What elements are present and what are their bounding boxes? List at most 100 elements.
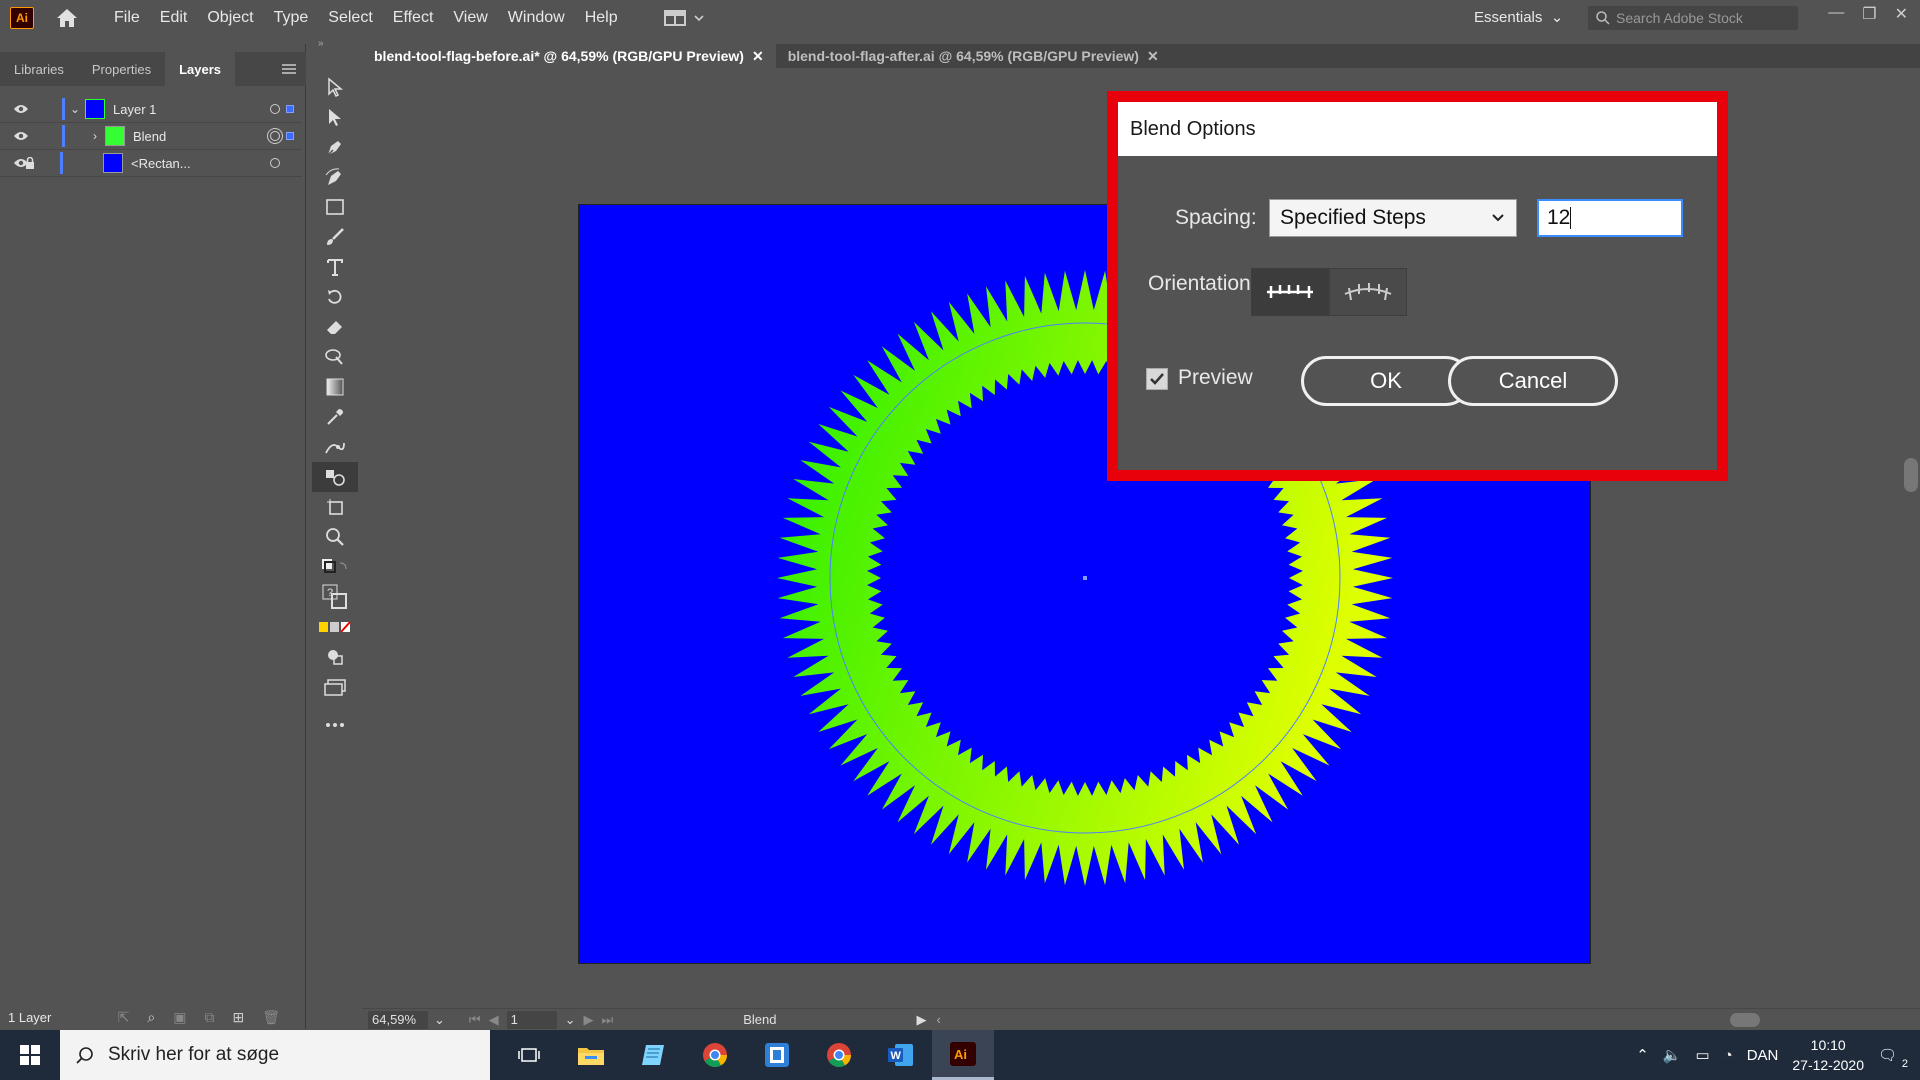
app-window-icon[interactable] <box>746 1030 808 1080</box>
tab-layers[interactable]: Layers <box>165 52 236 86</box>
scroll-left-icon[interactable]: ‹ <box>936 1012 940 1027</box>
chevron-up-icon[interactable]: ⌃ <box>1636 1046 1649 1064</box>
tab-libraries[interactable]: Libraries <box>0 52 78 86</box>
windows-start-icon[interactable] <box>0 1030 60 1080</box>
selection-tool-icon[interactable] <box>312 72 358 102</box>
clipping-mask-icon[interactable]: ▣ <box>173 1009 186 1026</box>
layer-row[interactable]: <Rectan... <box>0 150 302 177</box>
trash-icon[interactable]: 🗑 <box>262 1009 280 1026</box>
chrome-icon[interactable] <box>684 1030 746 1080</box>
pen-tool-icon[interactable] <box>312 132 358 162</box>
close-icon[interactable]: ✕ <box>752 48 764 65</box>
workspace-switcher[interactable]: Essentials ⌄ <box>1474 8 1563 26</box>
align-to-path-button[interactable] <box>1329 268 1407 316</box>
new-layer-icon[interactable]: ⊞ <box>232 1009 244 1026</box>
preview-label[interactable]: Preview <box>1178 366 1253 390</box>
selection-indicator[interactable] <box>286 105 294 113</box>
next-artboard-icon[interactable]: ▶ <box>584 1012 594 1028</box>
tab-document[interactable]: blend-tool-flag-after.ai @ 64,59% (RGB/G… <box>776 44 1171 68</box>
taskbar-search-box[interactable]: Skriv her for at søge <box>60 1030 490 1080</box>
curvature-tool-icon[interactable] <box>312 162 358 192</box>
wifi-icon[interactable]: ◔ <box>1724 1047 1733 1064</box>
menu-select[interactable]: Select <box>318 9 382 27</box>
panel-menu-icon[interactable] <box>282 52 296 86</box>
type-tool-icon[interactable] <box>312 252 358 282</box>
stock-search-field[interactable]: Search Adobe Stock <box>1588 6 1798 30</box>
home-icon[interactable] <box>54 6 80 30</box>
blend-tool-icon[interactable] <box>312 462 358 492</box>
paintbrush-tool-icon[interactable] <box>312 222 358 252</box>
menu-effect[interactable]: Effect <box>383 9 444 27</box>
more-tools-icon[interactable] <box>312 710 358 740</box>
restore-icon[interactable]: ❐ <box>1862 4 1876 24</box>
battery-icon[interactable]: ▭ <box>1695 1046 1709 1064</box>
file-explorer-icon[interactable] <box>560 1030 622 1080</box>
lasso-tool-icon[interactable] <box>312 342 358 372</box>
drawing-modes-icon[interactable] <box>312 642 358 672</box>
menu-object[interactable]: Object <box>197 9 263 27</box>
menu-file[interactable]: File <box>104 9 150 27</box>
illustrator-taskbar-icon[interactable]: Ai <box>932 1030 994 1080</box>
zoom-tool-icon[interactable] <box>312 522 358 552</box>
target-circle-icon[interactable] <box>270 158 280 168</box>
horizontal-scrollbar-thumb[interactable] <box>1730 1013 1760 1027</box>
menu-type[interactable]: Type <box>264 9 319 27</box>
target-circle-icon[interactable] <box>270 131 280 141</box>
export-icon[interactable]: ⇱ <box>118 1009 130 1026</box>
notepad-app-icon[interactable] <box>622 1030 684 1080</box>
chevron-down-icon[interactable]: ⌄ <box>434 1012 445 1028</box>
scrollbar-thumb[interactable] <box>1904 458 1918 492</box>
arrange-documents-button[interactable] <box>663 10 704 26</box>
clock[interactable]: 10:10 27-12-2020 <box>1792 1035 1864 1075</box>
task-view-icon[interactable] <box>498 1030 560 1080</box>
eyedropper-tool-icon[interactable] <box>312 402 358 432</box>
menu-help[interactable]: Help <box>575 9 628 27</box>
rectangle-tool-icon[interactable] <box>312 192 358 222</box>
chrome-icon[interactable] <box>808 1030 870 1080</box>
layer-row[interactable]: ⌄ Layer 1 <box>0 96 302 123</box>
chevron-down-icon[interactable]: ⌄ <box>565 1012 576 1028</box>
speaker-icon[interactable]: 🔈 <box>1663 1046 1682 1064</box>
gradient-tool-icon[interactable] <box>312 372 358 402</box>
close-icon[interactable]: ✕ <box>1147 48 1159 65</box>
selection-indicator[interactable] <box>286 132 294 140</box>
direct-selection-tool-icon[interactable] <box>312 102 358 132</box>
notification-center-button[interactable]: 🗨 2 <box>1878 1046 1908 1070</box>
cancel-button[interactable]: Cancel <box>1448 356 1618 406</box>
fill-stroke-icon[interactable] <box>312 552 358 582</box>
artboard-number-field[interactable]: 1 <box>506 1010 557 1029</box>
vertical-scrollbar[interactable] <box>1902 68 1920 1008</box>
tab-properties[interactable]: Properties <box>78 52 165 86</box>
locate-object-icon[interactable]: ⌕ <box>147 1009 155 1026</box>
visibility-eye-icon[interactable] <box>0 131 42 141</box>
eraser-tool-icon[interactable] <box>312 312 358 342</box>
color-mode-icon[interactable] <box>312 612 358 642</box>
spacing-dropdown[interactable]: Specified Steps <box>1269 199 1517 237</box>
rotate-tool-icon[interactable] <box>312 282 358 312</box>
fill-stroke-swatches-icon[interactable]: ? <box>312 582 358 612</box>
menu-edit[interactable]: Edit <box>150 9 198 27</box>
toolbar-collapse-icon[interactable]: » <box>318 38 324 49</box>
visibility-eye-icon[interactable] <box>0 104 42 114</box>
menu-window[interactable]: Window <box>498 9 575 27</box>
menu-view[interactable]: View <box>443 9 497 27</box>
preview-checkbox[interactable] <box>1146 368 1168 390</box>
minimize-icon[interactable]: — <box>1828 4 1844 24</box>
ok-button[interactable]: OK <box>1301 356 1471 406</box>
tab-document[interactable]: blend-tool-flag-before.ai* @ 64,59% (RGB… <box>362 44 776 68</box>
chevron-right-icon[interactable]: › <box>85 129 105 143</box>
previous-artboard-icon[interactable]: ◀ <box>489 1012 499 1028</box>
first-artboard-icon[interactable]: ⏮ <box>469 1012 481 1028</box>
layer-row[interactable]: › Blend <box>0 123 302 150</box>
target-circle-icon[interactable] <box>270 104 280 114</box>
align-to-page-button[interactable] <box>1251 268 1329 316</box>
chevron-down-icon[interactable]: ⌄ <box>65 102 85 116</box>
specified-steps-input[interactable]: 12 <box>1537 199 1683 237</box>
screen-mode-icon[interactable] <box>312 672 358 702</box>
artboard-tool-icon[interactable] <box>312 492 358 522</box>
word-icon[interactable]: W <box>870 1030 932 1080</box>
close-icon[interactable]: ✕ <box>1895 4 1908 24</box>
new-sublayer-icon[interactable]: ⧉ <box>204 1009 214 1026</box>
puppet-warp-tool-icon[interactable] <box>312 432 358 462</box>
status-menu-icon[interactable]: ▶ <box>916 1012 926 1028</box>
